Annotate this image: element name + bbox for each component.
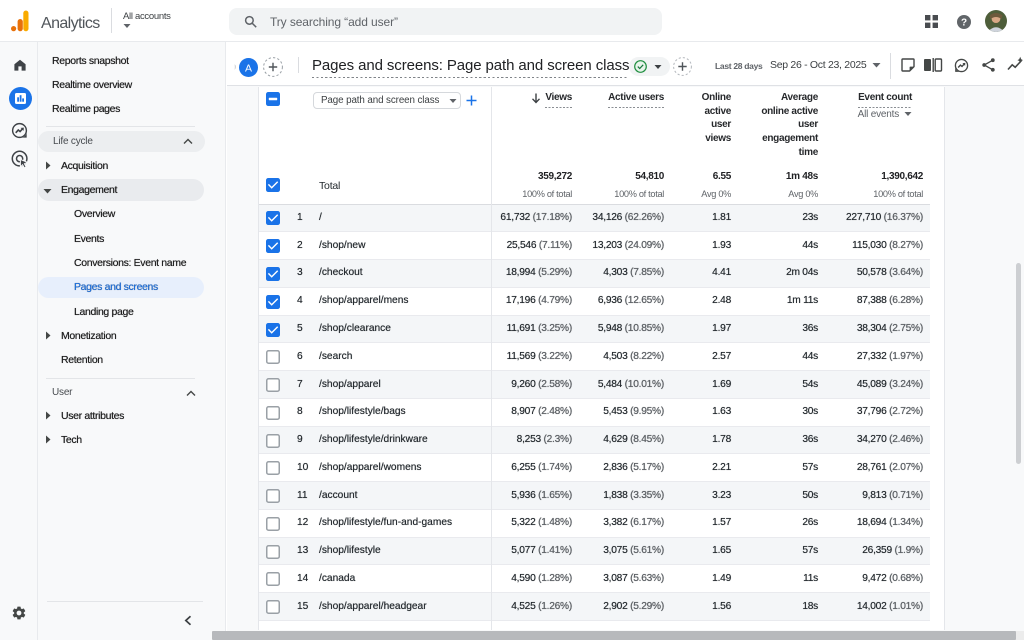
svg-text:?: ? <box>961 17 967 28</box>
svg-text:A: A <box>244 62 251 74</box>
